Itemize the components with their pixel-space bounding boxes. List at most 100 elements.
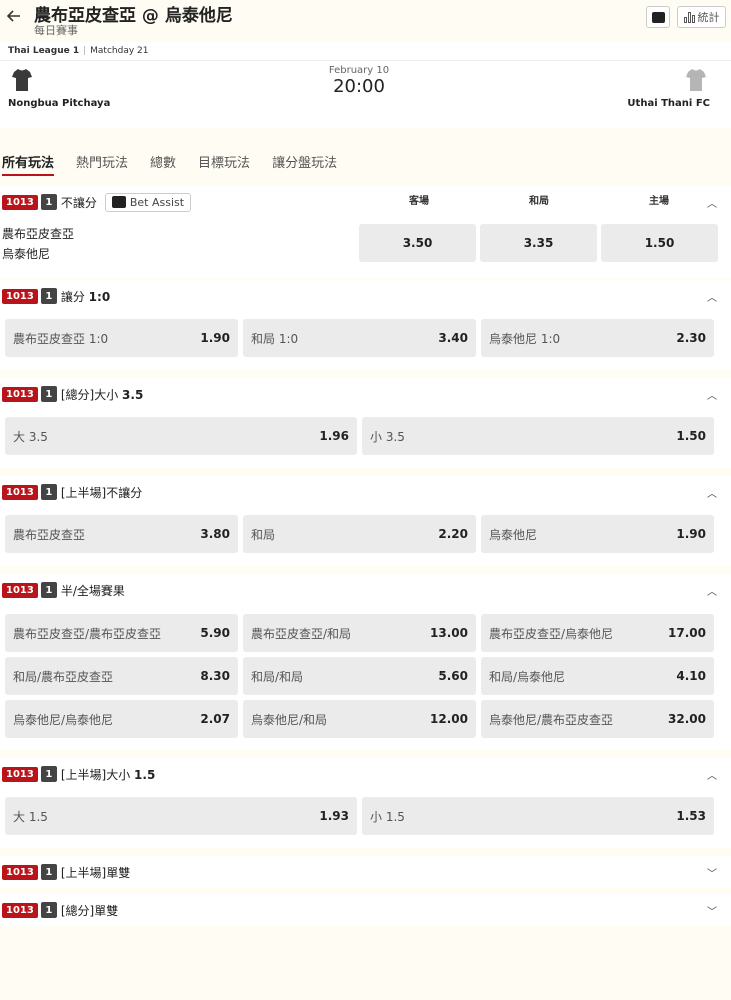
market-header[interactable]: 1013 1 [上半場]不讓分 ︿: [0, 476, 731, 508]
odds-label: 農布亞皮查亞/和局: [251, 626, 352, 641]
odds-value: 13.00: [430, 626, 468, 640]
odds-cell[interactable]: 農布亞皮查亞/烏泰他尼 17.00: [481, 614, 714, 652]
tab-popular[interactable]: 熱門玩法: [76, 152, 128, 176]
odds-cell[interactable]: 農布亞皮查亞/和局 13.00: [243, 614, 476, 652]
chevron-up-icon[interactable]: ︿: [707, 387, 717, 402]
odds-home[interactable]: 1.50: [601, 224, 718, 262]
odds-cell[interactable]: 烏泰他尼 1:0 2.30: [481, 319, 714, 357]
away-team-name: Uthai Thani FC: [627, 98, 710, 109]
odds-label: 和局/和局: [251, 669, 304, 684]
odds-label: 和局: [251, 527, 276, 542]
odds-value: 1.96: [319, 429, 349, 443]
odds-cell[interactable]: 小 1.5 1.53: [362, 797, 714, 835]
stats-button[interactable]: 統計: [677, 6, 726, 28]
market-code-badge: 1013: [2, 288, 38, 304]
odds-cell[interactable]: 和局/烏泰他尼 4.10: [481, 657, 714, 695]
team2-label: 烏泰他尼: [2, 247, 51, 261]
odds-value: 8.30: [200, 669, 230, 683]
market-header[interactable]: 1013 1 不讓分 Bet Assist 客場 和局 主場 ︿: [0, 186, 731, 218]
bar-chart-icon: [683, 11, 695, 23]
odds-cell[interactable]: 烏泰他尼/農布亞皮查亞 32.00: [481, 700, 714, 738]
odds-label: 烏泰他尼: [489, 527, 538, 542]
chevron-down-icon[interactable]: ﹀: [707, 865, 717, 880]
chevron-down-icon[interactable]: ﹀: [707, 903, 717, 918]
chevron-up-icon[interactable]: ︿: [707, 195, 717, 210]
odds-label: 和局/烏泰他尼: [489, 669, 566, 684]
market-num-badge: 1: [40, 194, 57, 210]
odds-label: 烏泰他尼 1:0: [489, 331, 561, 346]
league-name: Thai League 1: [8, 46, 80, 56]
odds-value: 32.00: [668, 712, 706, 726]
market-name: 不讓分: [60, 195, 97, 210]
odds-label: 大 1.5: [13, 809, 48, 824]
market-total-odd-even: 1013 1 [總分]單雙 ﹀: [0, 894, 731, 926]
odds-value: 12.00: [430, 712, 468, 726]
odds-cell[interactable]: 和局 2.20: [243, 515, 476, 553]
odds-cell[interactable]: 農布亞皮查亞 3.80: [5, 515, 238, 553]
odds-cell[interactable]: 小 3.5 1.50: [362, 417, 714, 455]
odds-cell[interactable]: 農布亞皮查亞/農布亞皮查亞 5.90: [5, 614, 238, 652]
market-code-badge: 1013: [2, 194, 38, 210]
col-away: 客場: [409, 196, 429, 207]
odds-value: 4.10: [676, 669, 706, 683]
scoreboard-button[interactable]: [646, 6, 670, 28]
odds-value: 2.20: [438, 527, 468, 541]
odds-label: 小 1.5: [370, 809, 405, 824]
tab-all[interactable]: 所有玩法: [2, 152, 55, 176]
market-code-badge: 1013: [2, 766, 38, 782]
col-draw: 和局: [529, 196, 549, 207]
odds-cell[interactable]: 大 1.5 1.93: [5, 797, 357, 835]
odds-label: 農布亞皮查亞 1:0: [13, 331, 109, 346]
market-header[interactable]: 1013 1 [總分]大小 3.5 ︿: [0, 378, 731, 410]
back-arrow-icon[interactable]: [6, 8, 24, 26]
odds-value: 3.80: [200, 527, 230, 541]
market-first-half-moneyline: 1013 1 [上半場]不讓分 ︿ 農布亞皮查亞 3.80 和局 2.20 烏泰他尼…: [0, 476, 731, 566]
market-name: [上半場]大小 1.5: [60, 767, 156, 782]
tab-goals[interactable]: 目標玩法: [198, 152, 250, 176]
odds-value: 2.07: [200, 712, 230, 726]
odds-value: 1.93: [319, 809, 349, 823]
chevron-up-icon[interactable]: ︿: [707, 289, 717, 304]
bet-assist-button[interactable]: Bet Assist: [104, 192, 192, 212]
market-name: 半/全場賽果: [60, 583, 125, 598]
market-num-badge: 1: [40, 288, 57, 304]
market-name: 讓分 1:0: [60, 289, 111, 304]
top-bar: 農布亞皮查亞 @ 烏泰他尼 每日賽事 統計: [0, 0, 731, 42]
chevron-up-icon[interactable]: ︿: [707, 583, 717, 598]
matchday: Matchday 21: [90, 46, 149, 56]
odds-label: 和局/農布亞皮查亞: [13, 669, 114, 684]
odds-cell[interactable]: 和局 1:0 3.40: [243, 319, 476, 357]
market-header[interactable]: 1013 1 讓分 1:0 ︿: [0, 280, 731, 312]
market-header[interactable]: 1013 1 [上半場]大小 1.5 ︿: [0, 758, 731, 790]
odds-label: 烏泰他尼/農布亞皮查亞: [489, 712, 614, 727]
odds-value: 1.53: [676, 809, 706, 823]
league-info: Thai League 1 | Matchday 21: [8, 46, 149, 56]
tab-handicap[interactable]: 讓分盤玩法: [272, 152, 337, 176]
scoreboard-icon: [651, 11, 665, 23]
tab-totals[interactable]: 總數: [150, 152, 176, 176]
odds-away[interactable]: 3.50: [359, 224, 476, 262]
odds-cell[interactable]: 和局/農布亞皮查亞 8.30: [5, 657, 238, 695]
odds-cell[interactable]: 大 3.5 1.96: [5, 417, 357, 455]
odds-draw[interactable]: 3.35: [480, 224, 597, 262]
chevron-up-icon[interactable]: ︿: [707, 485, 717, 500]
odds-value: 17.00: [668, 626, 706, 640]
market-name: [上半場]單雙: [60, 865, 131, 880]
match-time: 20:00: [333, 76, 385, 97]
match-card: Thai League 1 | Matchday 21 Nongbua Pitcha…: [0, 42, 731, 128]
market-header[interactable]: 1013 1 [總分]單雙 ﹀: [0, 894, 731, 926]
odds-cell[interactable]: 烏泰他尼/烏泰他尼 2.07: [5, 700, 238, 738]
home-team-name: Nongbua Pitchaya: [8, 98, 111, 109]
odds-cell[interactable]: 農布亞皮查亞 1:0 1.90: [5, 319, 238, 357]
market-code-badge: 1013: [2, 582, 38, 598]
odds-value: 5.90: [200, 626, 230, 640]
odds-cell[interactable]: 烏泰他尼/和局 12.00: [243, 700, 476, 738]
market-header[interactable]: 1013 1 [上半場]單雙 ﹀: [0, 856, 731, 888]
market-header[interactable]: 1013 1 半/全場賽果 ︿: [0, 574, 731, 606]
chevron-up-icon[interactable]: ︿: [707, 767, 717, 782]
odds-value: 3.50: [402, 236, 433, 250]
market-name: [總分]大小 3.5: [60, 387, 144, 402]
odds-cell[interactable]: 和局/和局 5.60: [243, 657, 476, 695]
odds-value: 1.50: [644, 236, 675, 250]
odds-cell[interactable]: 烏泰他尼 1.90: [481, 515, 714, 553]
